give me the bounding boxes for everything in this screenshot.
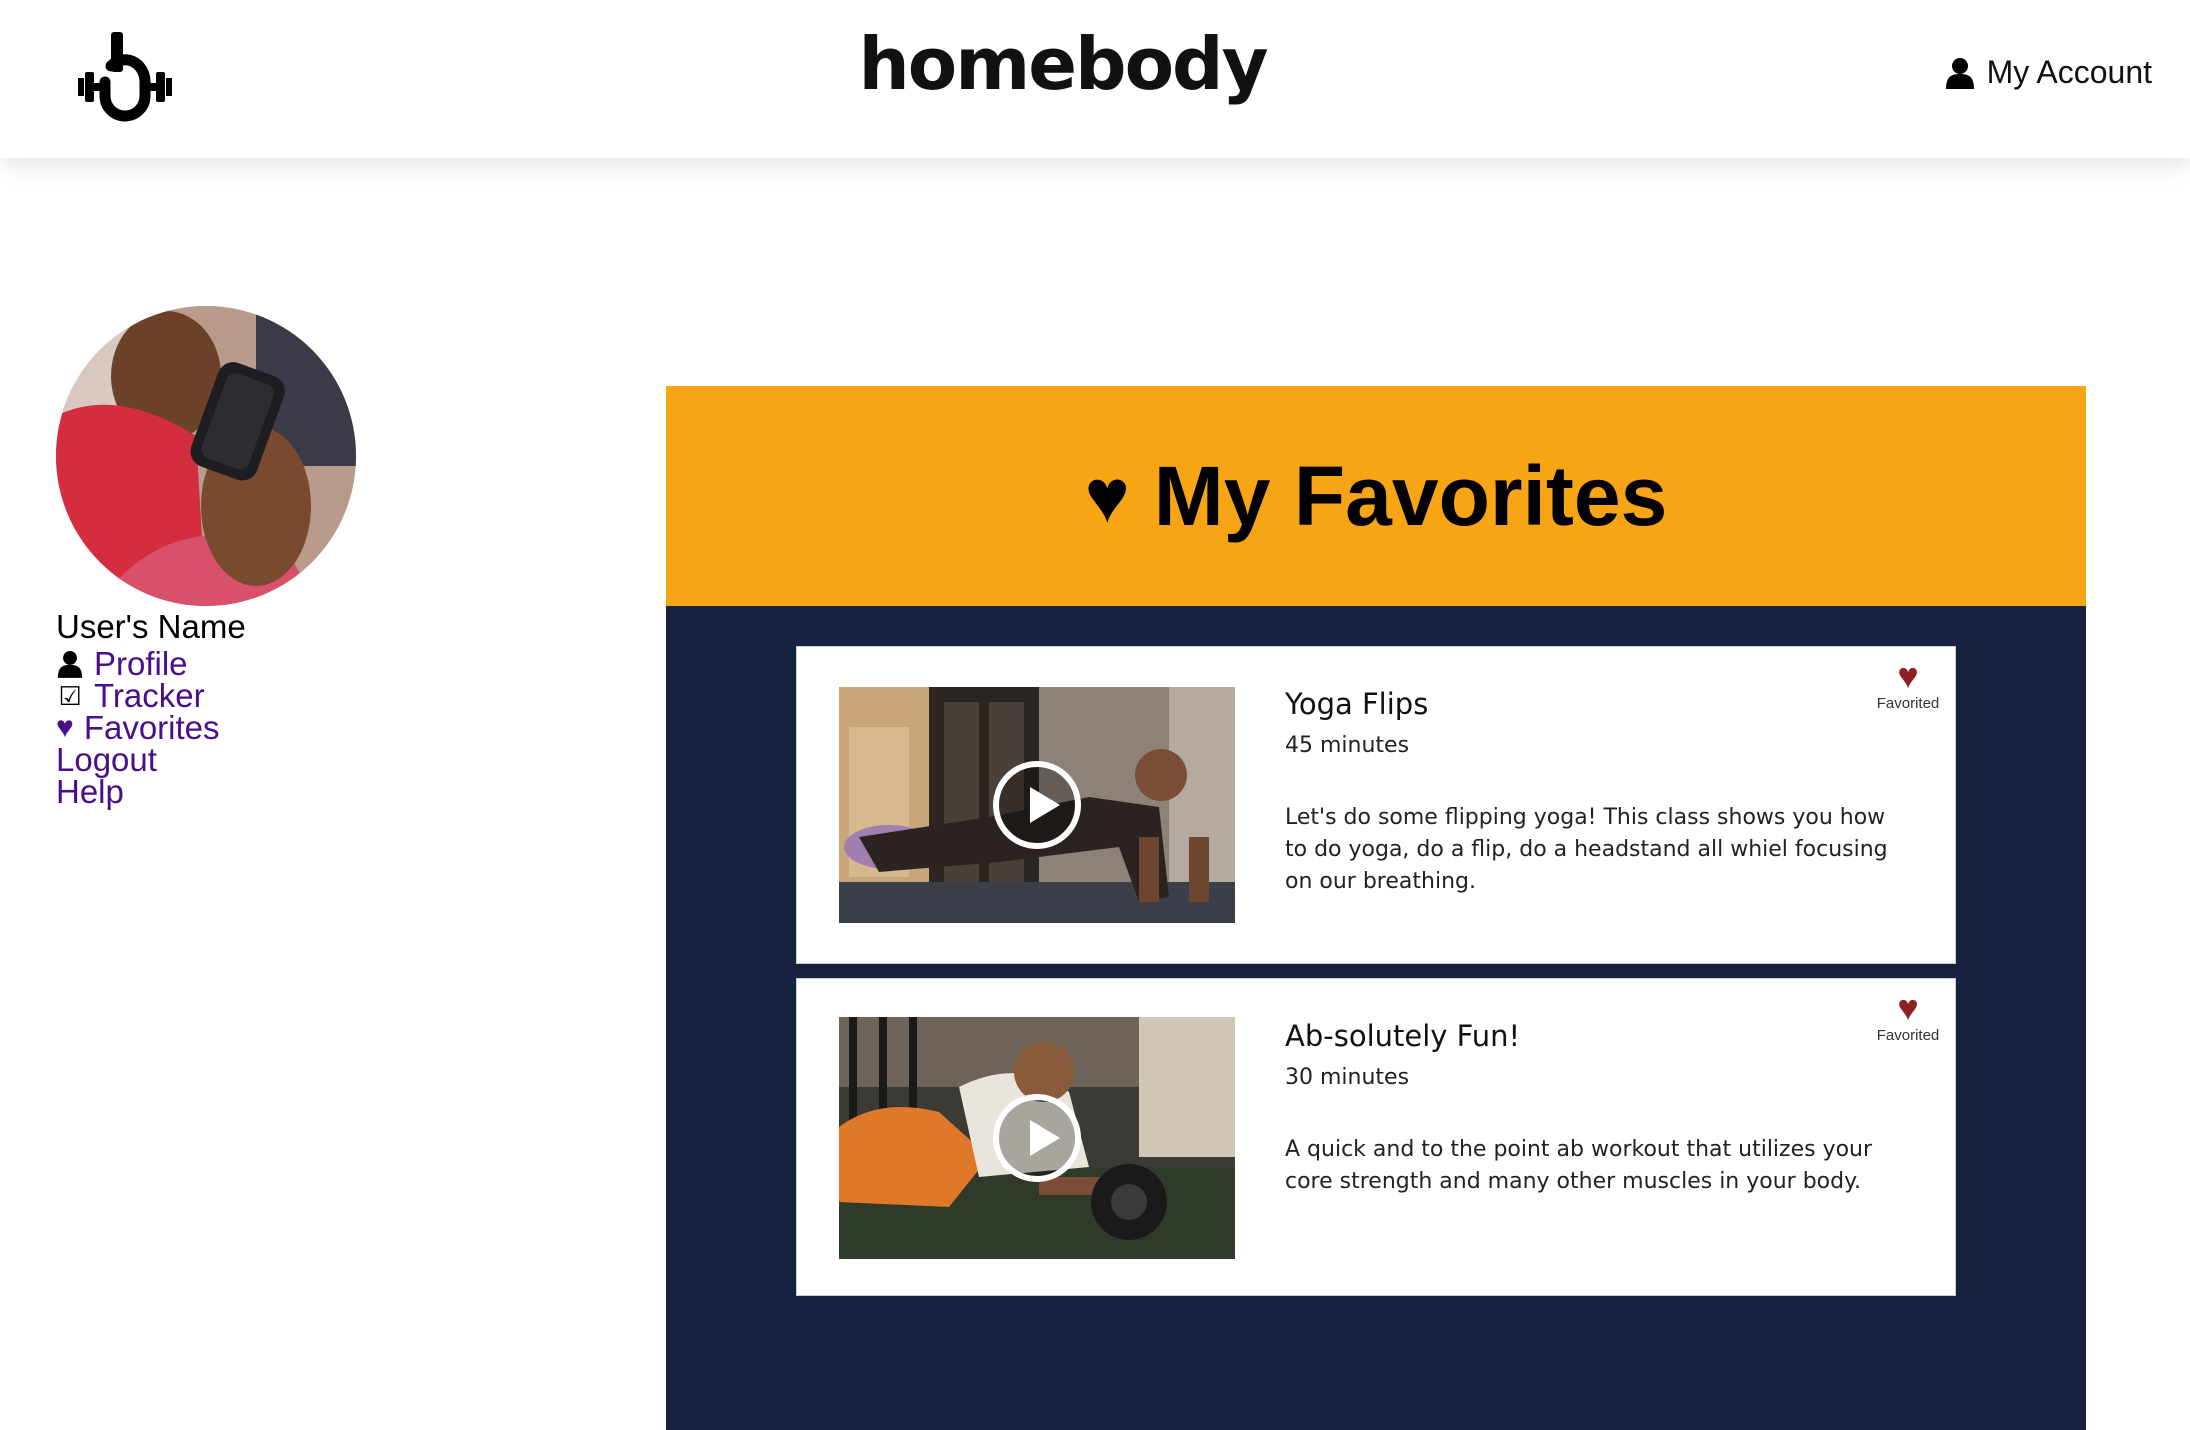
favorite-card[interactable]: Yoga Flips 45 minutes Let's do some flip… (796, 646, 1956, 964)
play-icon[interactable] (993, 1094, 1081, 1182)
workout-title[interactable]: Ab-solutely Fun! (1285, 1019, 1520, 1053)
sidebar-item-favorites[interactable]: ♥ Favorites (56, 709, 220, 746)
sidebar-item-help[interactable]: Help (56, 773, 220, 810)
heart-icon: ♥ (1897, 987, 1919, 1028)
user-icon (56, 650, 84, 678)
favorites-panel: ♥ My Favorites Yoga Flips 45 minutes Let… (666, 386, 2086, 1430)
heart-icon: ♥ (1084, 453, 1130, 539)
favorited-label: Favorited (1876, 1027, 1940, 1044)
workout-description: A quick and to the point ab workout that… (1285, 1137, 1873, 1194)
video-thumbnail[interactable] (839, 687, 1235, 923)
workout-duration: 30 minutes (1285, 1065, 1410, 1090)
my-account-link[interactable]: My Account (1945, 54, 2152, 91)
play-icon[interactable] (993, 761, 1081, 849)
workout-description: Let's do some flipping yoga! This class … (1285, 805, 1888, 894)
sidebar-item-logout[interactable]: Logout (56, 741, 220, 778)
sidebar-item-label: Logout (56, 741, 157, 778)
sidebar-item-label: Favorites (83, 709, 220, 746)
user-icon (1945, 57, 1974, 89)
favorite-card[interactable]: Ab-solutely Fun! 30 minutes A quick and … (796, 978, 1956, 1296)
sidebar-nav: Profile ☑ Tracker ♥ Favorites Logout Hel… (56, 645, 220, 810)
user-name: User's Name (56, 608, 246, 645)
workout-duration: 45 minutes (1285, 733, 1410, 758)
sidebar-item-profile[interactable]: Profile (56, 645, 220, 682)
favorites-header: ♥ My Favorites (666, 386, 2086, 606)
sidebar-item-label: Help (56, 773, 124, 810)
favorited-toggle[interactable]: ♥ Favorited (1873, 655, 1943, 713)
heart-icon: ♥ (56, 711, 74, 744)
sidebar-item-tracker[interactable]: ☑ Tracker (56, 677, 220, 714)
checkbox-icon: ☑ (58, 681, 82, 711)
workout-title[interactable]: Yoga Flips (1285, 687, 1428, 721)
favorited-label: Favorited (1876, 695, 1940, 712)
brand-logo-text[interactable]: homebody (0, 22, 2125, 106)
top-header: homebody My Account (0, 0, 2190, 158)
my-account-label: My Account (1986, 54, 2152, 90)
video-thumbnail[interactable] (839, 1017, 1235, 1259)
sidebar-item-label: Tracker (94, 677, 205, 714)
avatar (56, 306, 356, 606)
heart-icon: ♥ (1897, 655, 1919, 696)
favorited-toggle[interactable]: ♥ Favorited (1873, 987, 1943, 1045)
page-title: My Favorites (1153, 448, 1668, 543)
sidebar-item-label: Profile (94, 645, 188, 682)
